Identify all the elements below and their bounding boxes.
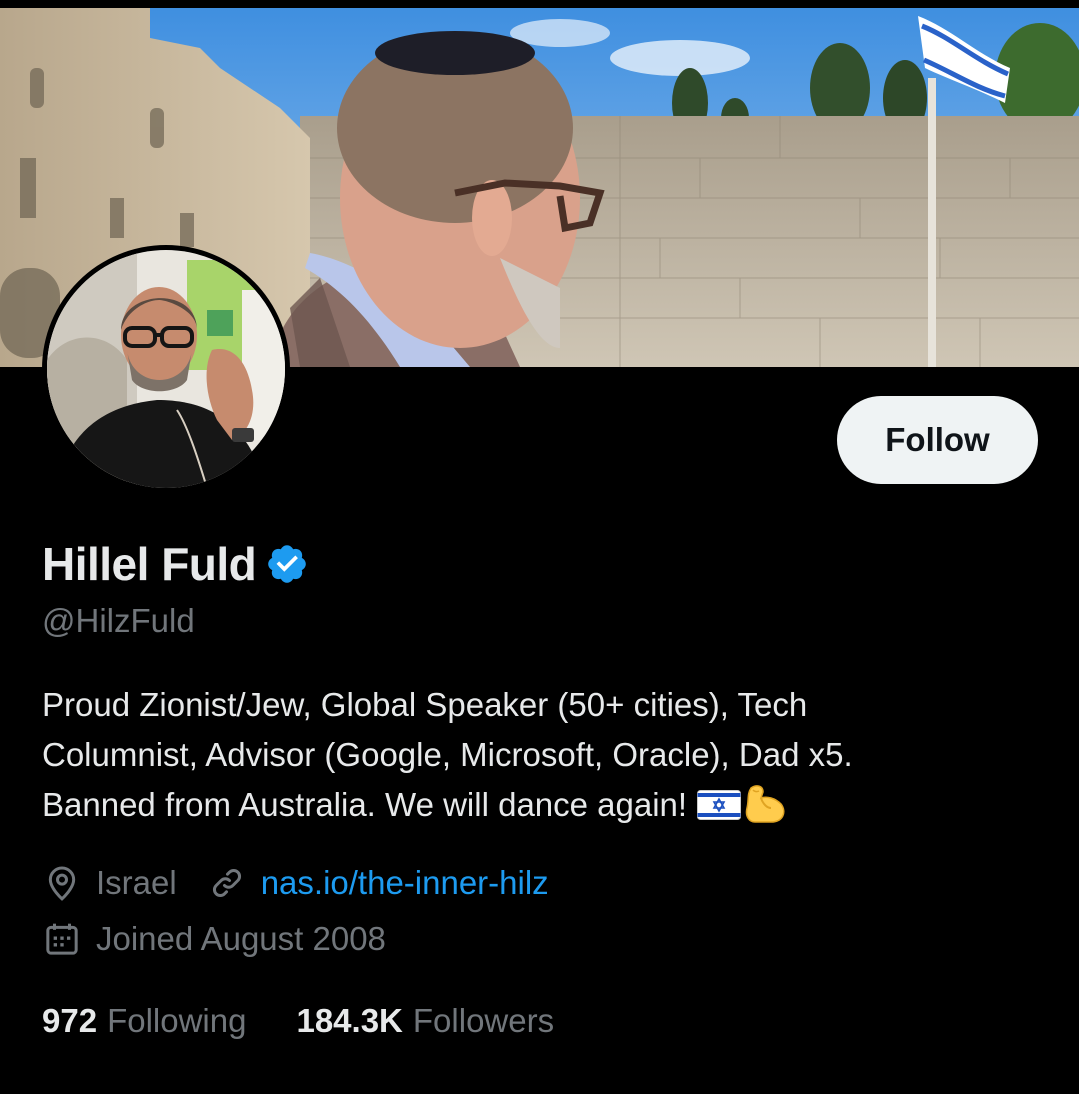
followers-label: Followers <box>412 1002 555 1039</box>
follow-button[interactable]: Follow <box>837 396 1038 484</box>
verified-badge-icon[interactable] <box>265 542 309 586</box>
profile-name-row: Hillel Fuld <box>42 536 309 592</box>
map-pin-icon <box>42 863 82 903</box>
profile-joined-row: Joined August 2008 <box>42 917 386 961</box>
profile-meta-row: Israel nas.io/the-inner-hilz <box>42 861 549 905</box>
israel-flag-icon <box>697 784 742 820</box>
followers-link[interactable]: 184.3K Followers <box>296 1002 554 1040</box>
profile-joined-date: Joined August 2008 <box>96 920 386 957</box>
profile-handle: @HilzFuld <box>42 602 195 639</box>
followers-count: 184.3K <box>296 1002 403 1039</box>
bio-line-3: Banned from Australia. We will dance aga… <box>42 786 688 823</box>
profile-location: Israel <box>96 864 177 901</box>
bio-line-2: Columnist, Advisor (Google, Microsoft, O… <box>42 736 853 773</box>
bio-line-1: Proud Zionist/Jew, Global Speaker (50+ c… <box>42 686 808 723</box>
flexed-biceps-icon <box>741 782 787 826</box>
profile-bio: Proud Zionist/Jew, Global Speaker (50+ c… <box>42 680 1042 830</box>
following-label: Following <box>107 1002 247 1039</box>
bio-line-3-row: Banned from Australia. We will dance aga… <box>42 780 1042 830</box>
following-link[interactable]: 972 Following <box>42 1002 246 1040</box>
profile-stats: 972 Following 184.3K Followers <box>42 998 554 1044</box>
profile-avatar[interactable] <box>42 245 290 493</box>
profile-website-link[interactable]: nas.io/the-inner-hilz <box>261 864 549 902</box>
link-icon <box>207 863 247 903</box>
calendar-icon <box>42 919 82 959</box>
following-count: 972 <box>42 1002 98 1039</box>
display-name: Hillel Fuld <box>42 538 257 590</box>
profile-page: Follow Hillel Fuld @HilzFuld Proud Zioni… <box>0 0 1079 1094</box>
avatar-image <box>47 250 285 488</box>
